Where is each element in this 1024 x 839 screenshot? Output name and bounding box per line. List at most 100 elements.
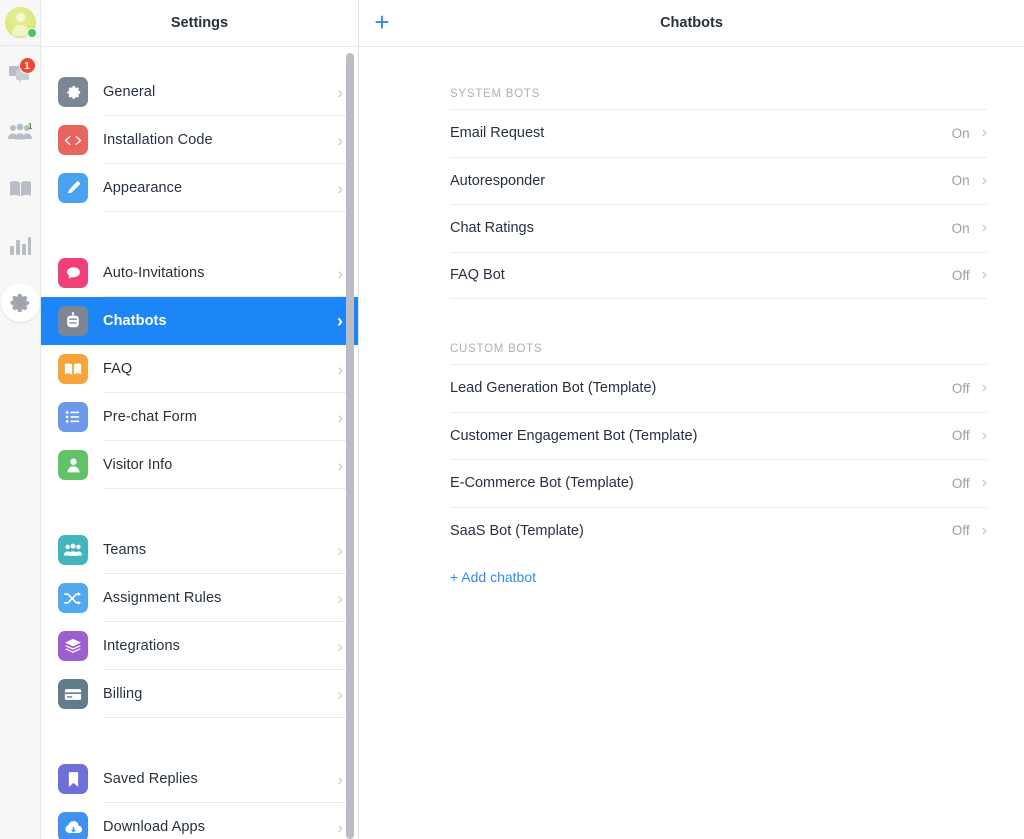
rail-item-visitors[interactable]: 1 [0, 103, 41, 160]
row-divider [103, 488, 348, 489]
robot-icon [58, 306, 88, 336]
sidebar-item-teams[interactable]: Teams › [41, 526, 358, 574]
sidebar-item-general[interactable]: General › [41, 68, 358, 116]
settings-gear-icon [10, 293, 29, 313]
table-row[interactable]: FAQ Bot Off › [450, 251, 987, 299]
sidebar-item-appearance[interactable]: Appearance › [41, 164, 358, 212]
chevron-right-icon: › [337, 263, 343, 283]
chevron-right-icon: › [337, 588, 343, 608]
app-root: 1 1 Settings General › Installation Code… [0, 0, 1024, 839]
settings-panel: Settings General › Installation Code › A… [41, 0, 359, 839]
shuffle-icon [58, 583, 88, 613]
bot-name: Customer Engagement Bot (Template) [450, 427, 698, 444]
chevron-right-icon: › [337, 311, 343, 331]
custom-bots-section: CUSTOM BOTS Lead Generation Bot (Templat… [450, 343, 987, 585]
sidebar-item-label: Billing [103, 686, 143, 702]
code-icon [58, 125, 88, 155]
chevron-right-icon: › [981, 124, 987, 142]
knowledge-base-icon [9, 180, 31, 196]
rail-item-reports[interactable] [0, 217, 41, 274]
sidebar-item-label: Saved Replies [103, 771, 198, 787]
status-badge: Off [951, 428, 970, 444]
left-nav-rail: 1 1 [0, 0, 41, 839]
bot-name: Email Request [450, 125, 545, 142]
group-gap [41, 212, 358, 249]
table-row[interactable]: Chat Ratings On › [450, 204, 987, 252]
group-icon [58, 535, 88, 565]
bot-name: E-Commerce Bot (Template) [450, 475, 634, 492]
settings-group: Saved Replies › Download Apps › [41, 755, 358, 839]
sidebar-item-label: Visitor Info [103, 457, 173, 473]
sidebar-item-label: General [103, 84, 156, 100]
status-badge: Off [951, 475, 970, 491]
avatar[interactable] [4, 7, 37, 38]
sidebar-item-label: Teams [103, 542, 147, 558]
chatbots-content: SYSTEM BOTS Email Request On › Autorespo… [359, 47, 1024, 839]
bot-name: Lead Generation Bot (Template) [450, 380, 657, 397]
status-badge: On [951, 220, 970, 236]
sidebar-item-label: Assignment Rules [103, 590, 222, 606]
cloud-download-icon [58, 812, 88, 839]
sidebar-item-chatbots[interactable]: Chatbots › [41, 297, 358, 345]
chevron-right-icon: › [337, 540, 343, 560]
sidebar-item-visitor-info[interactable]: Visitor Info › [41, 441, 358, 489]
group-gap [41, 718, 358, 755]
table-row[interactable]: E-Commerce Bot (Template) Off › [450, 459, 987, 507]
sidebar-item-integrations[interactable]: Integrations › [41, 622, 358, 670]
chevron-right-icon: › [337, 130, 343, 150]
rail-item-chats[interactable]: 1 [0, 46, 41, 103]
system-bots-section: SYSTEM BOTS Email Request On › Autorespo… [450, 88, 987, 299]
status-badge: On [951, 173, 970, 189]
sidebar-item-auto-invitations[interactable]: Auto-Invitations › [41, 249, 358, 297]
add-chatbot-link[interactable]: + Add chatbot [450, 554, 987, 585]
brush-icon [58, 173, 88, 203]
status-badge: On [951, 125, 970, 141]
visitors-count-badge: 1 [28, 122, 33, 131]
sidebar-item-saved-replies[interactable]: Saved Replies › [41, 755, 358, 803]
chevron-right-icon: › [337, 82, 343, 102]
sidebar-item-label: FAQ [103, 361, 133, 377]
sidebar-item-label: Installation Code [103, 132, 213, 148]
sidebar-item-billing[interactable]: Billing › [41, 670, 358, 718]
credit-card-icon [58, 679, 88, 709]
table-row[interactable]: Autoresponder On › [450, 156, 987, 205]
chevron-right-icon: › [337, 684, 343, 704]
group-gap [41, 489, 358, 526]
sidebar-item-installation-code[interactable]: Installation Code › [41, 116, 358, 164]
rail-item-knowledge-base[interactable] [0, 160, 41, 217]
main-header: + Chatbots [359, 0, 1024, 47]
settings-header: Settings [41, 0, 358, 47]
list-icon [58, 402, 88, 432]
rail-item-settings[interactable] [0, 274, 41, 331]
settings-scrollbar[interactable] [345, 47, 355, 839]
chevron-right-icon: › [981, 171, 987, 189]
table-row[interactable]: Customer Engagement Bot (Template) Off › [450, 411, 987, 460]
settings-scrollbar-thumb[interactable] [346, 53, 354, 839]
bot-name: Autoresponder [450, 172, 546, 189]
settings-title: Settings [170, 15, 229, 31]
table-row[interactable]: Email Request On › [450, 109, 987, 157]
settings-group: Teams › Assignment Rules › Integrations … [41, 526, 358, 718]
chevron-right-icon: › [981, 219, 987, 237]
status-dot-online [26, 28, 37, 38]
main-panel: + Chatbots SYSTEM BOTS Email Request On … [359, 0, 1024, 839]
section-label: CUSTOM BOTS [450, 343, 543, 355]
chevron-right-icon: › [337, 455, 343, 475]
sidebar-item-assignment-rules[interactable]: Assignment Rules › [41, 574, 358, 622]
sidebar-item-pre-chat-form[interactable]: Pre-chat Form › [41, 393, 358, 441]
sidebar-item-download-apps[interactable]: Download Apps › [41, 803, 358, 839]
sidebar-item-faq[interactable]: FAQ › [41, 345, 358, 393]
table-row[interactable]: SaaS Bot (Template) Off › [450, 506, 987, 555]
status-badge: Off [951, 523, 970, 539]
chat-bubble-icon [58, 258, 88, 288]
chevron-right-icon: › [337, 407, 343, 427]
table-row[interactable]: Lead Generation Bot (Template) Off › [450, 364, 987, 412]
sidebar-item-label: Chatbots [103, 313, 167, 329]
chevron-right-icon: › [981, 474, 987, 492]
sidebar-item-label: Appearance [103, 180, 183, 196]
chats-unread-badge: 1 [18, 57, 36, 74]
chevron-right-icon: › [981, 426, 987, 444]
reports-icon [9, 237, 31, 255]
chevron-right-icon: › [337, 769, 343, 789]
